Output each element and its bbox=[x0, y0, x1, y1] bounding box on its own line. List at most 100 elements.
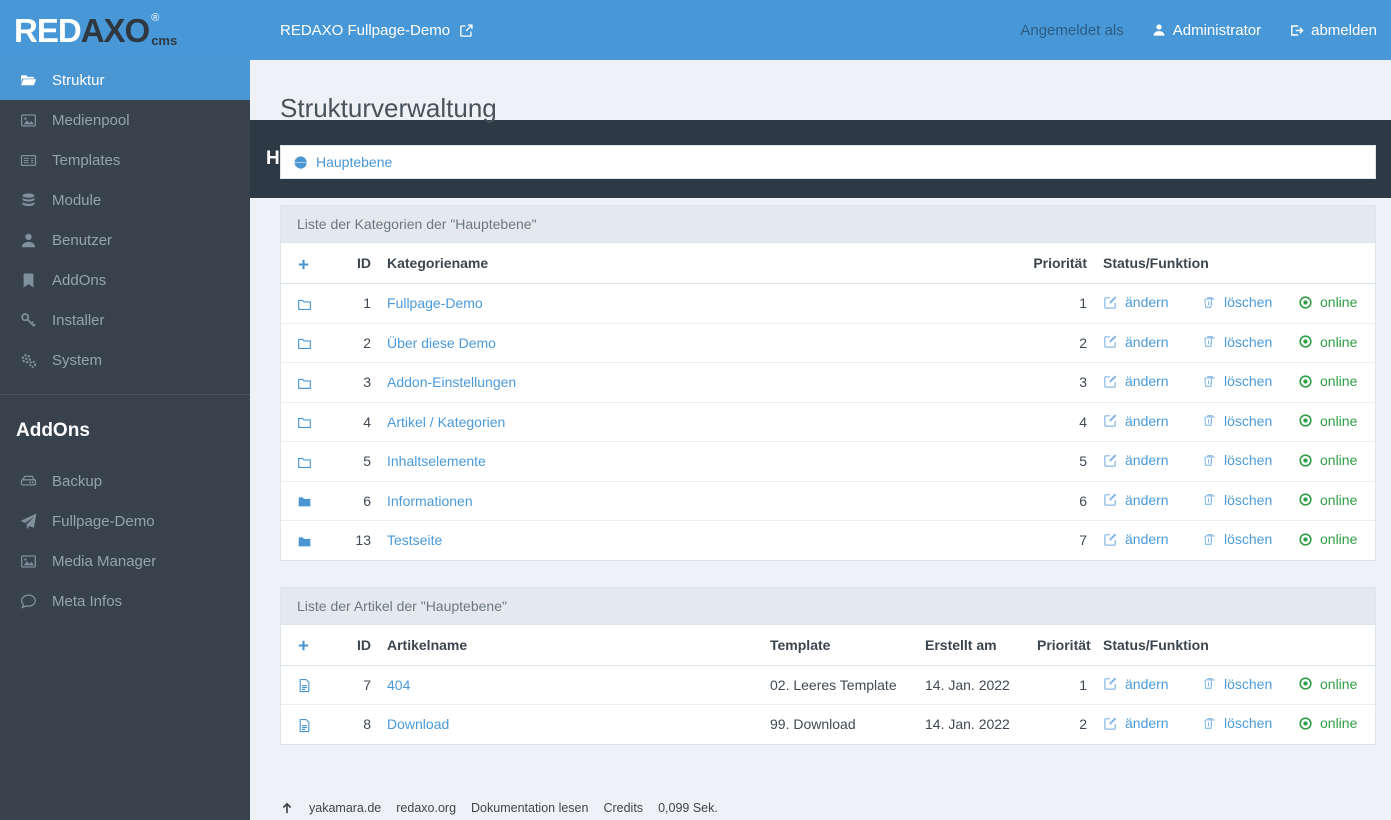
comment-icon bbox=[21, 593, 36, 609]
category-row: 3 Addon-Einstellungen 3 ändern löschen o… bbox=[281, 362, 1375, 403]
current-user-link[interactable]: Administrator bbox=[1152, 22, 1261, 39]
edit-category-button[interactable]: ändern bbox=[1103, 294, 1169, 310]
folder-solid-icon[interactable] bbox=[297, 492, 312, 508]
category-priority: 4 bbox=[1000, 402, 1095, 442]
add-article-button[interactable] bbox=[297, 637, 310, 653]
trash-icon bbox=[1204, 678, 1215, 689]
online-status-button[interactable]: online bbox=[1298, 715, 1357, 731]
trash-icon bbox=[1204, 494, 1215, 505]
folder-icon[interactable] bbox=[297, 413, 312, 429]
online-status-button[interactable]: online bbox=[1298, 294, 1357, 310]
delete-category-button[interactable]: löschen bbox=[1203, 531, 1272, 547]
file-icon[interactable] bbox=[297, 676, 312, 693]
redaxo-logo[interactable]: REDAXO ® cms bbox=[0, 11, 250, 49]
sidebar-item-meta-infos[interactable]: Meta Infos bbox=[0, 581, 250, 621]
edit-category-button[interactable]: ändern bbox=[1103, 452, 1169, 468]
sidebar-item-media-manager[interactable]: Media Manager bbox=[0, 541, 250, 581]
delete-category-button[interactable]: löschen bbox=[1203, 413, 1272, 429]
delete-category-button[interactable]: löschen bbox=[1203, 492, 1272, 508]
footer-link-dokumentation[interactable]: Dokumentation lesen bbox=[471, 801, 588, 815]
edit-article-button[interactable]: ändern bbox=[1103, 715, 1169, 731]
delete-category-button[interactable]: löschen bbox=[1203, 334, 1272, 350]
footer-link-redaxo[interactable]: redaxo.org bbox=[396, 801, 456, 815]
category-row: 1 Fullpage-Demo 1 ändern löschen online bbox=[281, 283, 1375, 324]
sidebar-item-struktur[interactable]: Struktur bbox=[0, 60, 250, 100]
category-link[interactable]: Testseite bbox=[387, 532, 442, 548]
sidebar-item-label: Module bbox=[52, 191, 102, 209]
footer-link-yakamara[interactable]: yakamara.de bbox=[309, 801, 381, 815]
sidebar-item-benutzer[interactable]: Benutzer bbox=[0, 220, 250, 260]
online-status-button[interactable]: online bbox=[1298, 373, 1357, 389]
edit-article-button[interactable]: ändern bbox=[1103, 676, 1169, 692]
scroll-to-top-button[interactable] bbox=[280, 801, 294, 816]
add-category-button[interactable] bbox=[297, 255, 310, 271]
footer: yakamara.de redaxo.org Dokumentation les… bbox=[280, 801, 1376, 816]
folder-icon[interactable] bbox=[297, 374, 312, 390]
category-id: 2 bbox=[333, 323, 379, 363]
delete-article-button[interactable]: löschen bbox=[1203, 715, 1272, 731]
sidebar-item-medienpool[interactable]: Medienpool bbox=[0, 100, 250, 140]
category-link[interactable]: Artikel / Kategorien bbox=[387, 414, 505, 430]
online-status-button[interactable]: online bbox=[1298, 492, 1357, 508]
col-header-name: Artikelname bbox=[379, 624, 762, 666]
folder-solid-icon[interactable] bbox=[297, 532, 312, 548]
edit-category-button[interactable]: ändern bbox=[1103, 334, 1169, 350]
file-icon[interactable] bbox=[297, 716, 312, 732]
addons-menu: Backup Fullpage-Demo Media Manager Meta … bbox=[0, 461, 250, 621]
folder-icon[interactable] bbox=[297, 334, 312, 350]
breadcrumb-root-link[interactable]: Hauptebene bbox=[316, 154, 392, 170]
sidebar-item-label: Backup bbox=[52, 472, 103, 490]
folder-icon[interactable] bbox=[297, 295, 312, 311]
edit-category-button[interactable]: ändern bbox=[1103, 531, 1169, 547]
cogs-icon bbox=[21, 353, 37, 368]
site-frontend-link[interactable]: REDAXO Fullpage-Demo bbox=[280, 22, 474, 39]
category-link[interactable]: Inhaltselemente bbox=[387, 453, 486, 469]
articles-panel: Liste der Artikel der "Hauptebene" ID Ar… bbox=[280, 586, 1376, 745]
sidebar-item-addons[interactable]: AddOns bbox=[0, 260, 250, 300]
external-link-icon bbox=[460, 23, 473, 37]
category-link[interactable]: Fullpage-Demo bbox=[387, 295, 483, 311]
sidebar-item-fullpage-demo[interactable]: Fullpage-Demo bbox=[0, 501, 250, 541]
sidebar-item-label: Templates bbox=[52, 151, 121, 169]
online-status-button[interactable]: online bbox=[1298, 413, 1357, 429]
delete-category-button[interactable]: löschen bbox=[1203, 373, 1272, 389]
sidebar-item-installer[interactable]: Installer bbox=[0, 300, 250, 340]
online-status-button[interactable]: online bbox=[1298, 452, 1357, 468]
hdd-icon bbox=[20, 475, 37, 486]
logout-link[interactable]: abmelden bbox=[1289, 22, 1377, 39]
category-link[interactable]: Über diese Demo bbox=[387, 335, 496, 351]
edit-category-button[interactable]: ändern bbox=[1103, 413, 1169, 429]
key-icon bbox=[21, 312, 36, 327]
sidebar-item-module[interactable]: Module bbox=[0, 180, 250, 220]
sidebar-item-backup[interactable]: Backup bbox=[0, 461, 250, 501]
article-template: 02. Leeres Template bbox=[762, 665, 917, 705]
folder-icon[interactable] bbox=[297, 453, 312, 469]
article-priority: 1 bbox=[1029, 665, 1095, 705]
breadcrumb: Hauptebene bbox=[280, 145, 1376, 179]
article-row: 7 404 02. Leeres Template 14. Jan. 2022 … bbox=[281, 665, 1375, 705]
sidebar-item-label: AddOns bbox=[52, 271, 107, 289]
delete-article-button[interactable]: löschen bbox=[1203, 676, 1272, 692]
article-id: 8 bbox=[363, 716, 371, 733]
edit-category-button[interactable]: ändern bbox=[1103, 373, 1169, 389]
footer-link-credits[interactable]: Credits bbox=[603, 801, 643, 815]
article-priority: 2 bbox=[1079, 716, 1087, 733]
online-status-button[interactable]: online bbox=[1298, 676, 1357, 692]
category-link[interactable]: Addon-Einstellungen bbox=[387, 374, 516, 390]
category-link[interactable]: Informationen bbox=[387, 493, 473, 509]
logo-text-axo: AXO bbox=[80, 11, 151, 49]
online-status-button[interactable]: online bbox=[1298, 531, 1357, 547]
articles-panel-title: Liste der Artikel der "Hauptebene" bbox=[281, 587, 1375, 625]
sidebar-item-templates[interactable]: Templates bbox=[0, 140, 250, 180]
article-link[interactable]: 404 bbox=[387, 677, 410, 693]
article-link[interactable]: Download bbox=[387, 716, 449, 732]
edit-category-button[interactable]: ändern bbox=[1103, 492, 1169, 508]
online-status-button[interactable]: online bbox=[1298, 334, 1357, 350]
delete-category-button[interactable]: löschen bbox=[1203, 294, 1272, 310]
categories-header-row: ID Kategoriename Priorität Status/Funkti… bbox=[281, 243, 1375, 284]
sidebar-item-label: Benutzer bbox=[52, 231, 113, 249]
delete-category-button[interactable]: löschen bbox=[1203, 452, 1272, 468]
globe-icon bbox=[293, 155, 307, 169]
logo-registered-mark: ® bbox=[151, 12, 160, 24]
sidebar-item-system[interactable]: System bbox=[0, 340, 250, 380]
